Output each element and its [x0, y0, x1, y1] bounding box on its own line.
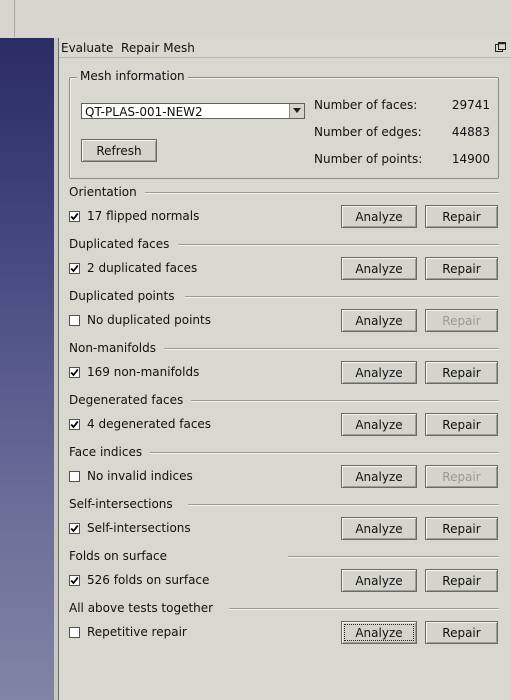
orientation-analyze-button[interactable]: Analyze	[341, 205, 417, 228]
chevron-down-icon[interactable]	[289, 104, 304, 118]
folds-on-surface-checkbox[interactable]	[69, 575, 80, 586]
face-indices-analyze-button[interactable]: Analyze	[341, 465, 417, 488]
folds-on-surface-divider	[288, 556, 499, 558]
all-tests-divider	[229, 608, 499, 610]
check-icon	[70, 368, 79, 377]
orientation-repair-button[interactable]: Repair	[425, 205, 498, 228]
duplicated-points-checkbox-label: No duplicated points	[87, 313, 211, 327]
edges-count-value: 44883	[451, 125, 490, 139]
non-manifolds-repair-button[interactable]: Repair	[425, 361, 498, 384]
duplicated-faces-repair-button[interactable]: Repair	[425, 257, 498, 280]
degenerated-faces-divider	[190, 400, 499, 402]
folds-on-surface-analyze-button[interactable]: Analyze	[341, 569, 417, 592]
points-count-label: Number of points:	[314, 152, 423, 166]
orientation-section-title: Orientation	[69, 185, 145, 199]
self-intersections-repair-button[interactable]: Repair	[425, 517, 498, 540]
degenerated-faces-analyze-button[interactable]: Analyze	[341, 413, 417, 436]
folds-on-surface-repair-button[interactable]: Repair	[425, 569, 498, 592]
self-intersections-divider	[188, 504, 499, 506]
duplicated-faces-section-title: Duplicated faces	[69, 237, 178, 251]
self-intersections-checkbox-label: Self-intersections	[87, 521, 191, 535]
orientation-checkbox[interactable]	[69, 211, 80, 222]
face-indices-divider	[150, 452, 499, 454]
check-icon	[70, 524, 79, 533]
mesh-information-group: Mesh information QT-PLAS-001-NEW2 Refres…	[69, 69, 499, 179]
repair-mesh-panel: Evaluate Repair Mesh Mesh information QT…	[59, 38, 511, 700]
panel-header: Evaluate Repair Mesh	[59, 38, 511, 58]
duplicated-points-checkbox[interactable]	[69, 315, 80, 326]
points-count-value: 14900	[451, 152, 490, 166]
orientation-checkbox-label: 17 flipped normals	[87, 209, 200, 223]
mesh-select[interactable]: QT-PLAS-001-NEW2	[81, 103, 305, 119]
check-icon	[70, 576, 79, 585]
folds-on-surface-checkbox-label: 526 folds on surface	[87, 573, 210, 587]
toolbar-handle	[0, 0, 15, 37]
degenerated-faces-checkbox-label: 4 degenerated faces	[87, 417, 212, 431]
duplicated-faces-divider	[178, 244, 499, 246]
duplicated-points-analyze-button[interactable]: Analyze	[341, 309, 417, 332]
float-window-icon[interactable]	[495, 42, 506, 53]
mesh-select-value: QT-PLAS-001-NEW2	[85, 105, 203, 119]
mesh-information-title: Mesh information	[77, 69, 188, 83]
top-toolbar-area	[0, 0, 511, 39]
edges-count-label: Number of edges:	[314, 125, 422, 139]
check-icon	[70, 264, 79, 273]
duplicated-faces-analyze-button[interactable]: Analyze	[341, 257, 417, 280]
refresh-button[interactable]: Refresh	[81, 139, 157, 162]
face-indices-checkbox[interactable]	[69, 471, 80, 482]
degenerated-faces-section-title: Degenerated faces	[69, 393, 192, 407]
degenerated-faces-checkbox[interactable]	[69, 419, 80, 430]
faces-count-value: 29741	[451, 98, 490, 112]
check-icon	[70, 212, 79, 221]
degenerated-faces-repair-button[interactable]: Repair	[425, 413, 498, 436]
non-manifolds-analyze-button[interactable]: Analyze	[341, 361, 417, 384]
non-manifolds-section-title: Non-manifolds	[69, 341, 165, 355]
duplicated-faces-checkbox[interactable]	[69, 263, 80, 274]
face-indices-checkbox-label: No invalid indices	[87, 469, 193, 483]
self-intersections-section-title: Self-intersections	[69, 497, 181, 511]
all-tests-repair-button[interactable]: Repair	[425, 621, 498, 644]
orientation-divider	[144, 192, 499, 194]
3d-view-area	[0, 38, 54, 700]
all-tests-analyze-button[interactable]: Analyze	[341, 621, 417, 644]
faces-count-label: Number of faces:	[314, 98, 418, 112]
check-icon	[70, 420, 79, 429]
panel-title: Evaluate Repair Mesh	[61, 41, 195, 55]
all-tests-checkbox[interactable]	[69, 627, 80, 638]
non-manifolds-checkbox[interactable]	[69, 367, 80, 378]
duplicated-points-section-title: Duplicated points	[69, 289, 183, 303]
face-indices-section-title: Face indices	[69, 445, 151, 459]
duplicated-faces-checkbox-label: 2 duplicated faces	[87, 261, 198, 275]
self-intersections-checkbox[interactable]	[69, 523, 80, 534]
non-manifolds-divider	[163, 348, 499, 350]
duplicated-points-repair-button[interactable]: Repair	[425, 309, 498, 332]
non-manifolds-checkbox-label: 169 non-manifolds	[87, 365, 200, 379]
folds-on-surface-section-title: Folds on surface	[69, 549, 175, 563]
self-intersections-analyze-button[interactable]: Analyze	[341, 517, 417, 540]
all-tests-section-title: All above tests together	[69, 601, 222, 615]
face-indices-repair-button[interactable]: Repair	[425, 465, 498, 488]
duplicated-points-divider	[185, 296, 499, 298]
all-tests-checkbox-label: Repetitive repair	[87, 625, 187, 639]
